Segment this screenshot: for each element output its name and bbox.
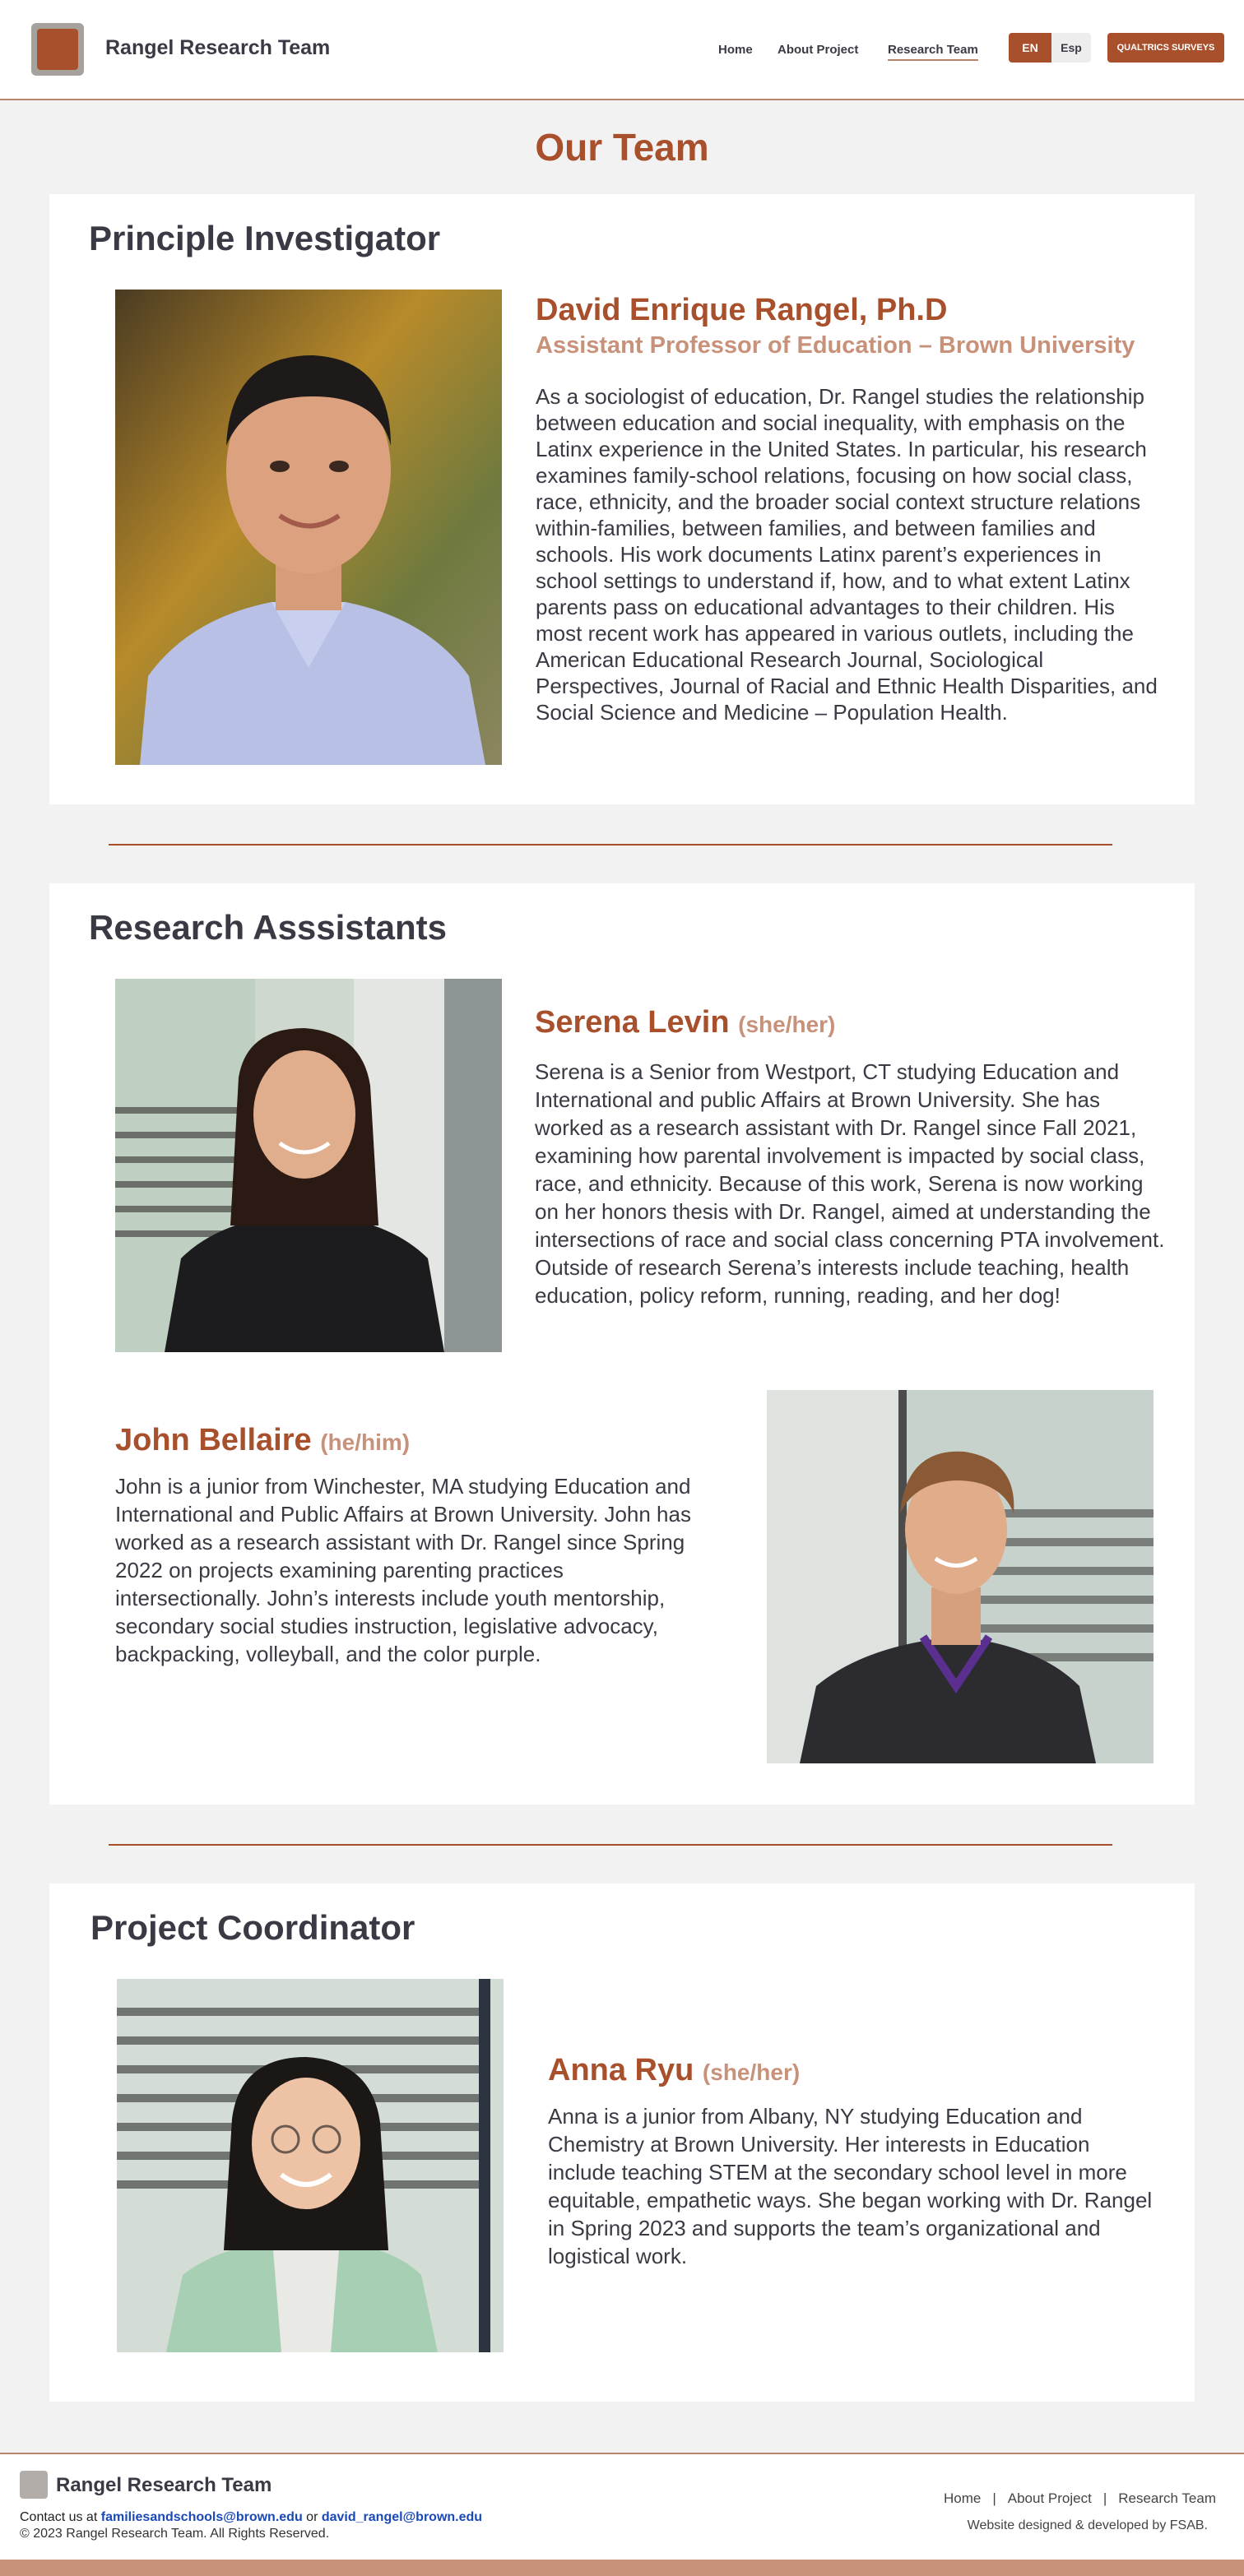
anna-photo [117,1979,504,2352]
footer-email-rangel[interactable]: david_rangel@brown.edu [322,2510,482,2524]
pi-heading: Principle Investigator [89,219,441,257]
serena-name: Serena Levin (she/her) [535,1005,836,1040]
footer-accent-strip [0,2560,1244,2576]
pi-photo [115,290,502,765]
anna-name: Anna Ryu (she/her) [548,2053,801,2087]
footer-separator: | [1102,2490,1107,2506]
footer-separator: | [992,2490,996,2506]
pi-card: Principle Investigator David Enrique Ran… [49,194,1195,804]
site-footer: Rangel Research Team Contact us at famil… [0,2453,1244,2560]
section-divider [109,1844,1112,1846]
ra-card: Research Asssistants Serena Levin (she/h… [49,883,1195,1805]
ra-heading: Research Asssistants [89,908,448,947]
pc-heading: Project Coordinator [91,1908,415,1947]
serena-bio: Serena is a Senior from Westport, CT stu… [535,1059,1165,1308]
footer-logo-icon[interactable] [20,2471,48,2499]
john-pronouns: (he/him) [320,1429,411,1455]
anna-bio: Anna is a junior from Albany, NY studyin… [548,2104,1153,2268]
site-header: Rangel Research Team Home About Project … [0,0,1244,100]
footer-credit: Website designed & developed by FSAB. [967,2518,1208,2532]
john-name: John Bellaire (he/him) [115,1423,411,1457]
nav-research-team[interactable]: Research Team [888,43,978,61]
serena-photo [115,979,502,1352]
footer-link-research-team[interactable]: Research Team [1118,2490,1216,2507]
footer-brand[interactable]: Rangel Research Team [56,2474,272,2497]
footer-nav: Home | About Project | Research Team [944,2490,1216,2507]
footer-copyright: © 2023 Rangel Research Team. All Rights … [20,2527,330,2541]
pi-name: David Enrique Rangel, Ph.D [536,293,948,327]
nav-home[interactable]: Home [718,43,753,57]
nav-about-project[interactable]: About Project [778,43,858,57]
serena-pronouns: (she/her) [738,1012,836,1037]
site-brand[interactable]: Rangel Research Team [105,36,330,60]
pi-bio: As a sociologist of education, Dr. Range… [536,384,1158,725]
footer-contact: Contact us at familiesandschools@brown.e… [20,2510,483,2524]
footer-email-families[interactable]: familiesandschools@brown.edu [101,2510,303,2524]
logo-icon[interactable] [31,23,84,76]
footer-link-home[interactable]: Home [944,2490,981,2507]
lang-es-button[interactable]: Esp [1051,33,1091,63]
qualtrics-surveys-button[interactable]: QUALTRICS SURVEYS [1107,33,1224,63]
pi-role: Assistant Professor of Education – Brown… [536,332,1135,359]
john-bio: John is a junior from Winchester, MA stu… [115,1474,691,1666]
john-photo [767,1390,1153,1763]
footer-link-about-project[interactable]: About Project [1008,2490,1092,2507]
pc-card: Project Coordinator Anna Ryu (she/her) A… [49,1883,1195,2402]
page-title: Our Team [535,126,709,169]
lang-en-button[interactable]: EN [1009,33,1051,63]
section-divider [109,844,1112,846]
anna-pronouns: (she/her) [702,2059,801,2085]
